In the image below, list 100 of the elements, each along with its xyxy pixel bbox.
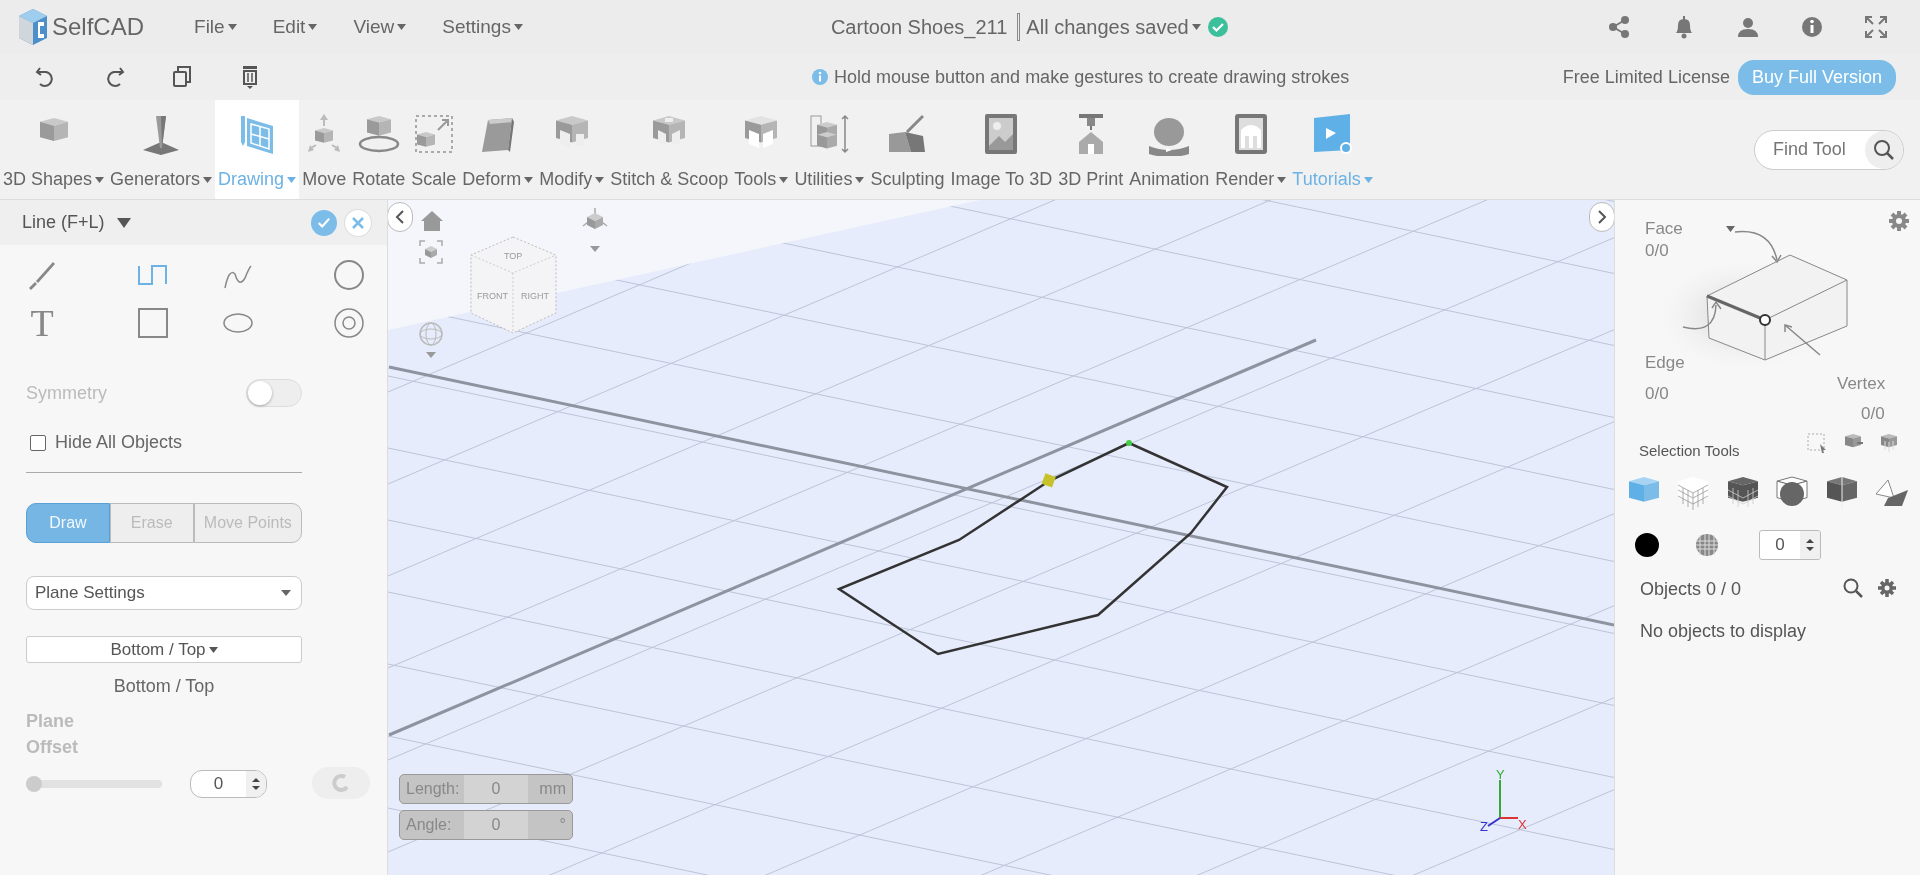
box-select-icon xyxy=(1807,433,1827,453)
circle-icon xyxy=(332,258,366,292)
caret-icon xyxy=(397,24,407,30)
toolbar-tool[interactable]: Tools xyxy=(731,100,792,199)
hide-all-objects-checkbox[interactable]: Hide All Objects xyxy=(30,429,302,456)
zoom-fit-button[interactable] xyxy=(419,240,443,264)
caret-icon xyxy=(513,24,523,30)
copy-icon xyxy=(170,64,194,90)
box-select-button[interactable] xyxy=(1807,433,1827,453)
logo-icon xyxy=(16,8,50,46)
home-button[interactable] xyxy=(420,210,444,232)
magnet-icon xyxy=(332,774,350,792)
text-tool[interactable]: T xyxy=(24,303,60,343)
caret-icon xyxy=(1277,176,1287,183)
caret-icon xyxy=(203,176,213,183)
toolbar-tool[interactable]: Image To 3D xyxy=(947,100,1056,199)
objects-settings-button[interactable] xyxy=(1877,578,1897,598)
settings-icon xyxy=(1888,210,1910,232)
layers-icon xyxy=(807,112,852,156)
menu-item[interactable]: View xyxy=(335,12,425,42)
close-icon xyxy=(351,215,365,230)
view-cube-right-face[interactable]: RIGHT xyxy=(521,292,549,301)
menu-item[interactable]: Edit xyxy=(254,12,336,42)
settings-icon xyxy=(1877,578,1897,598)
menu-item[interactable]: Settings xyxy=(424,12,541,42)
zoom-fit-icon xyxy=(419,240,443,264)
toolbar-tool[interactable]: 3D Shapes xyxy=(0,100,108,199)
confirm-button[interactable] xyxy=(311,209,337,236)
search-objects-button[interactable] xyxy=(1843,578,1863,598)
caret-icon xyxy=(208,646,218,653)
length-readout: Length: 0 mm xyxy=(399,774,573,804)
objects-title: Objects 0 / 0 xyxy=(1640,578,1742,601)
view-cube-front-face[interactable]: FRONT xyxy=(477,292,508,301)
view-cube-top-face[interactable]: TOP xyxy=(504,252,523,261)
concentric-circles-icon xyxy=(332,306,366,340)
checkered-sphere-icon xyxy=(1695,533,1719,557)
selection-mode-dropdown[interactable]: Face xyxy=(1645,216,1735,242)
toolbar-tool[interactable]: Utilities xyxy=(791,100,868,199)
vertex-handle[interactable] xyxy=(1041,473,1056,488)
view-axis-icon xyxy=(580,208,610,254)
toolbar-tool[interactable]: Deform xyxy=(459,100,537,199)
close-button[interactable] xyxy=(345,209,371,236)
toolbar-tool[interactable]: Rotate xyxy=(349,100,409,199)
x-axis-label: X xyxy=(1518,818,1527,831)
caret-icon xyxy=(779,176,789,183)
smoothing-input[interactable]: 0 xyxy=(1759,530,1821,560)
color-picker-button[interactable] xyxy=(1635,533,1659,557)
collapse-left-button[interactable] xyxy=(388,202,413,232)
toolbar-tool[interactable]: Scale xyxy=(408,100,460,199)
search-icon xyxy=(1873,138,1895,161)
caret-icon xyxy=(281,590,291,596)
caret-icon xyxy=(1191,24,1201,30)
home-icon xyxy=(420,210,444,232)
tool-mode-dropdown[interactable]: Line (F+L) xyxy=(22,209,131,236)
cube-slices-button[interactable] xyxy=(1879,433,1899,453)
view-axis-button[interactable] xyxy=(580,208,610,254)
square-icon xyxy=(135,306,170,340)
toolbar-tool[interactable]: Generators xyxy=(107,100,216,199)
share-icon xyxy=(1608,15,1632,40)
toolbar-tool[interactable]: Animation xyxy=(1126,100,1213,199)
y-axis-label: Y xyxy=(1496,768,1505,781)
menu-item[interactable]: File xyxy=(176,12,255,42)
info-icon xyxy=(1800,15,1824,40)
plane-orientation-dropdown[interactable]: Bottom / Top xyxy=(26,636,302,663)
plane-settings-select[interactable]: Plane Settings xyxy=(26,576,302,610)
toolbar-tool[interactable]: Modify xyxy=(536,100,608,199)
caret-icon xyxy=(855,176,865,183)
caret-icon xyxy=(1725,225,1735,232)
toolbar-tool[interactable]: Render xyxy=(1212,100,1290,199)
caret-icon xyxy=(595,176,605,183)
toolbar-tool[interactable]: Sculpting xyxy=(867,100,948,199)
toolbar-tool[interactable]: Move xyxy=(299,100,350,199)
app-name: SelfCAD xyxy=(52,12,145,42)
vertex-label: Vertex xyxy=(1837,373,1886,395)
fullscreen-icon xyxy=(1864,15,1888,40)
angle-readout: Angle: 0 ° xyxy=(399,810,573,840)
material-button[interactable] xyxy=(1695,533,1719,557)
toolbar-tool[interactable]: Stitch & Scoop xyxy=(607,100,732,199)
selection-tools-label: Selection Tools xyxy=(1639,441,1740,461)
settings-button[interactable] xyxy=(1888,210,1910,232)
chevron-left-icon xyxy=(395,209,405,225)
wireframe-cube-icon xyxy=(1676,476,1711,512)
caret-icon xyxy=(287,176,297,183)
cube-slices-icon xyxy=(1879,433,1899,453)
spinner-arrows-icon xyxy=(251,777,261,792)
toolbar-tool[interactable]: 3D Print xyxy=(1055,100,1127,199)
caret-icon xyxy=(1363,176,1373,183)
filled-circle-icon xyxy=(1635,533,1659,557)
save-status[interactable]: All changes saved xyxy=(1026,12,1201,42)
vertex-count: 0/0 xyxy=(1861,403,1885,425)
document-title: Cartoon Shoes_211 xyxy=(830,15,1008,41)
sketch-outline[interactable] xyxy=(836,441,1229,656)
caret-icon xyxy=(95,176,105,183)
hint-text: Hold mouse button and make gestures to create drawing strokes xyxy=(834,65,1350,89)
chevron-right-icon xyxy=(1597,209,1607,225)
start-point xyxy=(1126,440,1132,446)
face-count: 0/0 xyxy=(1645,240,1669,262)
z-axis-label: Z xyxy=(1480,820,1488,833)
symmetry-label: Symmetry xyxy=(26,381,107,405)
license-text: Free Limited License xyxy=(1562,65,1730,89)
